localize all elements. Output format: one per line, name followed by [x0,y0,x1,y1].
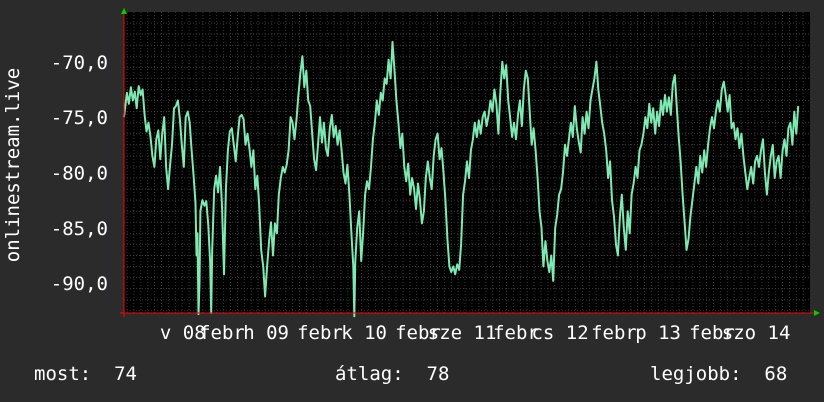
y-tick-label: -90,0 [51,273,108,295]
stat-average: átlag: 78 [335,363,450,385]
x-tick-label: k 10 [341,322,387,344]
x-tick-label: cs 12 [531,322,588,344]
x-tick-label: szo 14 [722,322,791,344]
y-tick-label: -70,0 [51,52,108,74]
x-tick-label: febr [199,322,245,344]
line-chart: -70,0-75,0-80,0-85,0-90,0 v 08febrh 09 fe… [2,8,820,344]
x-tick-label: febr [297,322,343,344]
x-tick-label: p 13 [635,322,681,344]
y-tick-label: -85,0 [51,218,108,240]
x-axis-ticks: v 08febrh 09 febrk 10 febrsze 11febrcs 12 f… [160,322,791,344]
y-tick-label: -75,0 [51,107,108,129]
x-tick-label: sze 11 [428,322,497,344]
x-tick-label: h 09 [243,322,289,344]
x-axis-arrow-icon [814,310,820,316]
x-tick-label: febr [591,322,637,344]
y-axis-label: onlinestream.live [2,68,24,262]
y-axis-ticks: -70,0 -75,0 -80,0 -85,0 -90,0 [51,52,108,295]
stat-best: legjobb: 68 [650,363,788,385]
stat-current: most: 74 [34,363,137,385]
y-axis-arrow-icon [121,8,127,14]
y-tick-label: -80,0 [51,162,108,184]
